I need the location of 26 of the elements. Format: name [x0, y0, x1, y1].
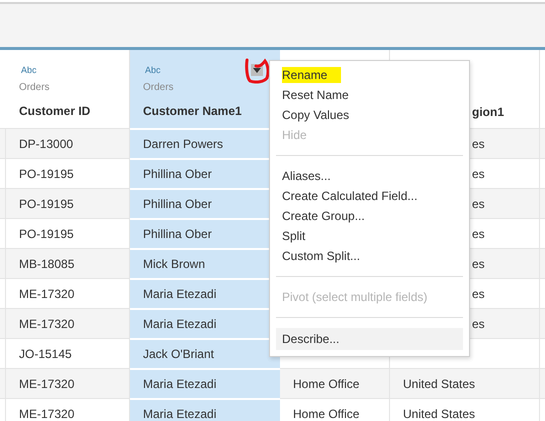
- type-label: Abc: [21, 65, 37, 77]
- table-cell: United States: [390, 368, 540, 398]
- table-cell: Home Office: [280, 368, 390, 398]
- table-cell: PO-19195: [6, 158, 130, 188]
- column-header[interactable]: Abc Orders Customer Name1: [130, 50, 280, 128]
- table-cell: DP-13000: [6, 128, 130, 158]
- table-cell: Maria Etezadi: [130, 398, 280, 421]
- type-label: Abc: [145, 65, 161, 77]
- column-name: Customer Name1: [143, 104, 242, 118]
- table-cell: Jack O'Briant: [130, 338, 280, 368]
- column-name: Customer ID: [19, 104, 90, 118]
- source-label: Orders: [143, 82, 174, 93]
- table-cell: PO-19195: [6, 218, 130, 248]
- column-name: gion1: [472, 105, 504, 119]
- table-cell: United States: [390, 398, 540, 421]
- table-cell: MB-18085: [6, 248, 130, 278]
- source-label: Orders: [19, 82, 50, 93]
- table-cell: ME-17320: [6, 308, 130, 338]
- table-cell: PO-19195: [6, 188, 130, 218]
- table-cell: Maria Etezadi: [130, 368, 280, 398]
- table-cell: ME-17320: [6, 398, 130, 421]
- table-cell: ME-17320: [6, 278, 130, 308]
- menu-item[interactable]: Describe...: [276, 328, 463, 350]
- table-cell: JO-15145: [6, 338, 130, 368]
- table-cell: Home Office: [280, 398, 390, 421]
- table-cell: ME-17320: [6, 368, 130, 398]
